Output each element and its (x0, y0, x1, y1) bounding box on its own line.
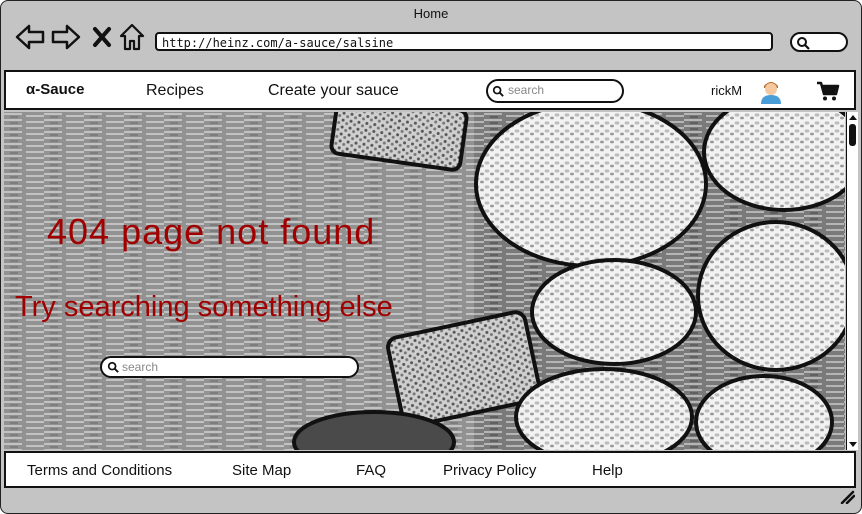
scrollbar-thumb[interactable] (849, 124, 856, 146)
scroll-down-icon[interactable] (848, 441, 858, 449)
error-title: 404 page not found (47, 211, 376, 252)
avatar[interactable] (760, 78, 782, 109)
url-bar[interactable]: http://heinz.com/a-sauce/salsine (155, 32, 773, 51)
hero-image (4, 112, 845, 450)
site-logo[interactable]: α-Sauce (26, 81, 84, 98)
close-icon[interactable] (91, 25, 113, 54)
footer-help[interactable]: Help (592, 462, 623, 479)
page-search-input[interactable]: search (100, 356, 359, 378)
cart-icon[interactable] (816, 80, 840, 107)
footer-privacy[interactable]: Privacy Policy (443, 462, 536, 479)
browser-window: Home http://heinz.com/a-sauce/salsine α-… (0, 0, 862, 514)
username[interactable]: rickM (711, 83, 742, 98)
lentils-background-image (4, 112, 845, 450)
window-title: Home (413, 6, 449, 21)
error-hint: Try searching something else (15, 291, 393, 323)
resize-handle-icon[interactable] (839, 490, 856, 509)
back-arrow-icon[interactable] (15, 23, 45, 56)
forward-arrow-icon[interactable] (51, 23, 81, 56)
footer-faq[interactable]: FAQ (356, 462, 386, 479)
search-icon (797, 37, 810, 50)
search-icon (492, 85, 504, 97)
nav-recipes[interactable]: Recipes (146, 82, 204, 100)
browser-search[interactable] (790, 32, 848, 52)
footer-site-map[interactable]: Site Map (232, 462, 291, 479)
scrollbar[interactable] (846, 112, 858, 450)
site-footer: Terms and Conditions Site Map FAQ Privac… (4, 451, 856, 488)
nav-create-sauce[interactable]: Create your sauce (268, 82, 399, 100)
site-header: α-Sauce Recipes Create your sauce search… (4, 70, 856, 110)
search-icon (107, 361, 119, 373)
search-placeholder: search (508, 83, 545, 97)
home-icon[interactable] (119, 23, 145, 56)
header-search-input[interactable]: search (486, 79, 624, 103)
footer-terms[interactable]: Terms and Conditions (27, 462, 172, 479)
search-placeholder: search (122, 360, 159, 374)
scroll-up-icon[interactable] (848, 113, 858, 121)
